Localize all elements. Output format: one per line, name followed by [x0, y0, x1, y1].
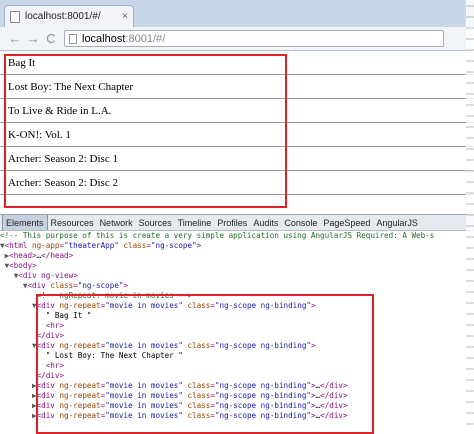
- torn-edge: [466, 0, 474, 431]
- elements-tree[interactable]: <!-- This purpose of this is create a ve…: [0, 231, 474, 431]
- code-line[interactable]: </div>: [0, 331, 474, 341]
- code-line[interactable]: ▶<div ng-repeat="movie in movies" class=…: [0, 391, 474, 401]
- code-line[interactable]: ▼<div ng-view>: [0, 271, 474, 281]
- tab-timeline[interactable]: Timeline: [175, 215, 215, 230]
- page-content: Bag It Lost Boy: The Next Chapter To Liv…: [0, 51, 474, 212]
- devtools-tab-bar: Elements Resources Network Sources Timel…: [0, 214, 474, 231]
- code-line[interactable]: ▶<div ng-repeat="movie in movies" class=…: [0, 411, 474, 421]
- page-icon: [69, 33, 77, 44]
- tab-network[interactable]: Network: [97, 215, 136, 230]
- code-line[interactable]: <hr>: [0, 361, 474, 371]
- code-line[interactable]: </div>: [0, 371, 474, 381]
- code-line[interactable]: ▶<div ng-repeat="movie in movies" class=…: [0, 401, 474, 411]
- code-line[interactable]: <!-- This purpose of this is create a ve…: [0, 231, 474, 241]
- browser-toolbar: ← → C localhost:8001/#/: [0, 27, 474, 51]
- code-line[interactable]: ▼<div class="ng-scope">: [0, 281, 474, 291]
- reload-icon[interactable]: C: [42, 31, 60, 46]
- code-line[interactable]: ▼<div ng-repeat="movie in movies" class=…: [0, 341, 474, 351]
- back-arrow-icon[interactable]: ←: [6, 31, 24, 46]
- tab-sources[interactable]: Sources: [136, 215, 175, 230]
- tab-title: localhost:8001/#/: [25, 11, 101, 22]
- code-line[interactable]: " Lost Boy: The Next Chapter ": [0, 351, 474, 361]
- tab-angularjs[interactable]: AngularJS: [373, 215, 421, 230]
- tab-pagespeed[interactable]: PageSpeed: [320, 215, 373, 230]
- tab-elements[interactable]: Elements: [2, 215, 48, 230]
- movie-item: Lost Boy: The Next Chapter: [0, 75, 474, 99]
- code-line[interactable]: ▶<head>…</head>: [0, 251, 474, 261]
- movie-item: Archer: Season 2: Disc 1: [0, 147, 474, 171]
- code-line[interactable]: <!-- ngRepeat: movie in movies -->: [0, 291, 474, 301]
- tab-audits[interactable]: Audits: [250, 215, 281, 230]
- code-line[interactable]: " Bag It ": [0, 311, 474, 321]
- code-line[interactable]: ▼<div ng-repeat="movie in movies" class=…: [0, 301, 474, 311]
- address-bar[interactable]: localhost:8001/#/: [64, 30, 444, 47]
- code-line[interactable]: ▶<div ng-repeat="movie in movies" class=…: [0, 381, 474, 391]
- movie-item: K-ON!: Vol. 1: [0, 123, 474, 147]
- movie-item: Archer: Season 2: Disc 2: [0, 171, 474, 195]
- tab-console[interactable]: Console: [281, 215, 320, 230]
- movie-item: Bag It: [0, 51, 474, 75]
- code-line[interactable]: ▼<html ng-app="theaterApp" class="ng-sco…: [0, 241, 474, 251]
- movie-item: To Live & Ride in L.A.: [0, 99, 474, 123]
- url-rest: :8001/#/: [125, 32, 166, 45]
- tab-strip: localhost:8001/#/ ×: [0, 0, 474, 27]
- code-line[interactable]: <hr>: [0, 321, 474, 331]
- close-icon[interactable]: ×: [122, 11, 128, 22]
- code-line[interactable]: ▼<body>: [0, 261, 474, 271]
- page-icon: [10, 10, 20, 23]
- browser-tab[interactable]: localhost:8001/#/ ×: [4, 5, 134, 27]
- forward-arrow-icon[interactable]: →: [24, 31, 42, 46]
- tab-resources[interactable]: Resources: [48, 215, 97, 230]
- url-host: localhost: [82, 32, 126, 45]
- tab-profiles[interactable]: Profiles: [214, 215, 250, 230]
